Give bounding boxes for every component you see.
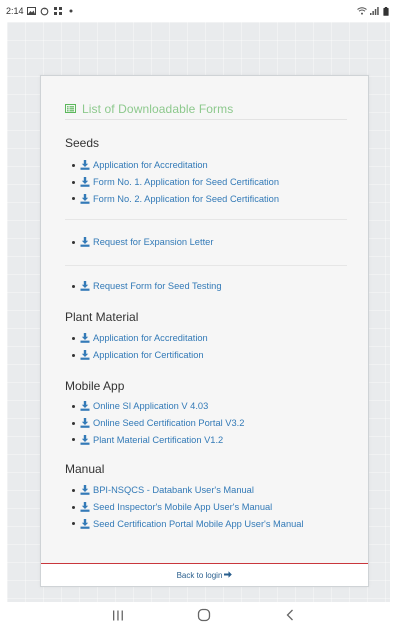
plant-material-list: Application for Accreditation Applicatio… — [72, 330, 208, 364]
download-icon — [80, 502, 90, 512]
system-nav-bar — [0, 602, 397, 628]
signal-icon — [369, 6, 379, 16]
bullet — [72, 180, 75, 184]
list-item[interactable]: Seed Inspector's Mobile App User's Manua… — [72, 499, 304, 516]
link-pm-application-for-certification[interactable]: Application for Certification — [93, 350, 204, 360]
forms-panel-body: List of Downloadable Forms Seeds Applica… — [41, 76, 368, 563]
section-heading-mobile-app: Mobile App — [65, 379, 125, 393]
grid-icon — [53, 6, 63, 16]
back-to-login-label: Back to login — [176, 570, 223, 580]
bullet — [72, 353, 75, 357]
app-screen: List of Downloadable Forms Seeds Applica… — [7, 22, 390, 602]
list-item[interactable]: Application for Certification — [72, 347, 208, 364]
download-icon — [80, 418, 90, 428]
seeds-list-3: Request Form for Seed Testing — [72, 278, 222, 295]
link-online-seed-certification-portal[interactable]: Online Seed Certification Portal V3.2 — [93, 418, 244, 428]
seeds-list-2: Request for Expansion Letter — [72, 234, 213, 251]
panel-title: List of Downloadable Forms — [82, 101, 234, 116]
download-icon — [80, 333, 90, 344]
list-alt-icon — [65, 104, 76, 113]
list-item[interactable]: Request Form for Seed Testing — [72, 278, 222, 295]
home-icon[interactable] — [194, 607, 214, 623]
manual-list: BPI-NSQCS - Databank User's Manual Seed … — [72, 482, 304, 532]
status-right — [357, 6, 391, 16]
bullet — [72, 404, 75, 408]
link-databank-users-manual[interactable]: BPI-NSQCS - Databank User's Manual — [93, 485, 254, 495]
download-icon — [80, 434, 90, 445]
list-item[interactable]: BPI-NSQCS - Databank User's Manual — [72, 482, 304, 499]
link-request-form-for-seed-testing[interactable]: Request Form for Seed Testing — [93, 281, 222, 291]
list-item[interactable]: Application for Accreditation — [72, 330, 208, 347]
link-application-for-accreditation[interactable]: Application for Accreditation — [93, 160, 208, 170]
link-seed-inspector-mobile-app-manual[interactable]: Seed Inspector's Mobile App User's Manua… — [93, 502, 272, 512]
section-heading-plant-material: Plant Material — [65, 310, 139, 324]
arrow-right-icon — [224, 570, 233, 580]
download-icon — [80, 350, 90, 360]
divider — [65, 265, 347, 266]
forms-panel: List of Downloadable Forms Seeds Applica… — [40, 75, 369, 587]
bullet — [72, 421, 75, 425]
download-icon — [80, 485, 90, 496]
bullet — [72, 522, 75, 526]
download-icon — [80, 401, 90, 412]
download-icon — [80, 193, 90, 204]
download-icon — [80, 281, 90, 292]
section-heading-manual: Manual — [65, 462, 105, 476]
link-form-no-2[interactable]: Form No. 2. Application for Seed Certifi… — [93, 194, 279, 204]
mobile-app-list: Online SI Application V 4.03 Online Seed… — [72, 398, 244, 448]
sync-icon — [40, 6, 50, 16]
download-icon — [80, 518, 90, 529]
panel-footer: Back to login — [41, 563, 368, 586]
list-item[interactable]: Form No. 2. Application for Seed Certifi… — [72, 191, 279, 208]
download-icon — [80, 160, 90, 171]
back-to-login-link[interactable]: Back to login — [177, 571, 233, 580]
list-item[interactable]: Plant Material Certification V1.2 — [72, 432, 244, 449]
battery-icon — [381, 6, 391, 16]
download-icon — [80, 237, 90, 248]
link-pm-application-for-accreditation[interactable]: Application for Accreditation — [93, 333, 208, 343]
list-item[interactable]: Form No. 1. Application for Seed Certifi… — [72, 174, 279, 191]
divider — [65, 219, 347, 220]
seeds-list-1: Application for Accreditation Form No. 1… — [72, 157, 279, 207]
bullet — [72, 284, 75, 288]
recents-icon[interactable] — [108, 607, 128, 623]
link-online-si-application[interactable]: Online SI Application V 4.03 — [93, 401, 208, 411]
dot-icon — [66, 6, 76, 16]
bullet — [72, 240, 75, 244]
link-request-for-expansion-letter[interactable]: Request for Expansion Letter — [93, 237, 213, 247]
panel-title-row: List of Downloadable Forms — [65, 100, 347, 120]
status-left: 2:14 — [6, 6, 76, 16]
list-item[interactable]: Online Seed Certification Portal V3.2 — [72, 415, 244, 432]
section-heading-seeds: Seeds — [65, 136, 100, 150]
download-icon — [80, 177, 90, 187]
back-icon[interactable] — [280, 607, 300, 623]
bullet — [72, 505, 75, 509]
bullet — [72, 336, 75, 340]
bullet — [72, 163, 75, 167]
list-item[interactable]: Seed Certification Portal Mobile App Use… — [72, 516, 304, 533]
link-form-no-1[interactable]: Form No. 1. Application for Seed Certifi… — [93, 177, 279, 187]
bullet — [72, 197, 75, 201]
gallery-icon — [27, 6, 37, 16]
bullet — [72, 488, 75, 492]
list-item[interactable]: Request for Expansion Letter — [72, 234, 213, 251]
link-plant-material-certification[interactable]: Plant Material Certification V1.2 — [93, 435, 223, 445]
status-bar: 2:14 — [0, 0, 397, 22]
status-time: 2:14 — [6, 6, 24, 16]
link-seed-certification-portal-manual[interactable]: Seed Certification Portal Mobile App Use… — [93, 519, 304, 529]
list-item[interactable]: Online SI Application V 4.03 — [72, 398, 244, 415]
bullet — [72, 438, 75, 442]
wifi-icon — [357, 6, 367, 16]
list-item[interactable]: Application for Accreditation — [72, 157, 279, 174]
